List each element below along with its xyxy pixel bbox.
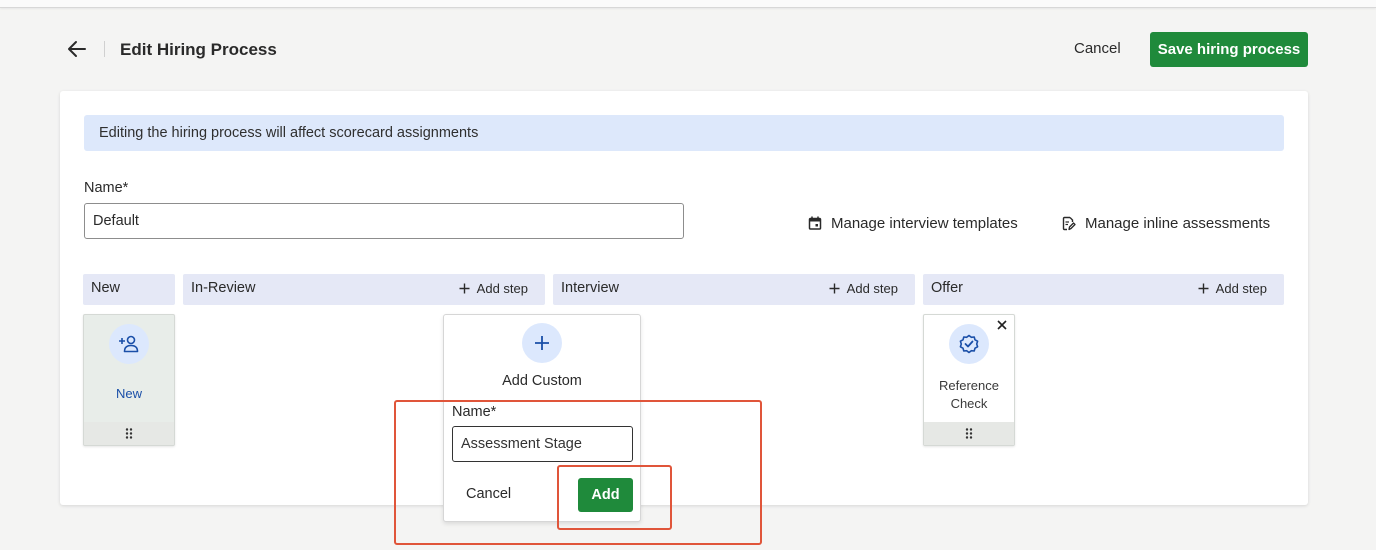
add-custom-title: Add Custom xyxy=(502,373,582,389)
name-label: Name* xyxy=(84,180,129,196)
column-label: Offer xyxy=(931,280,963,296)
add-person-icon xyxy=(109,324,149,364)
verified-badge-icon xyxy=(949,324,989,364)
add-step-button[interactable]: Add step xyxy=(1198,281,1267,296)
manage-inline-assessments-label: Manage inline assessments xyxy=(1085,214,1271,232)
cancel-button[interactable]: Cancel xyxy=(1074,36,1121,62)
column-label: Interview xyxy=(561,280,620,296)
process-name-input[interactable] xyxy=(84,203,684,239)
drag-handle-icon[interactable] xyxy=(924,422,1014,445)
hiring-process-card: Editing the hiring process will affect s… xyxy=(60,91,1308,522)
stage-card-new[interactable]: New xyxy=(83,314,175,446)
add-button[interactable]: Add xyxy=(578,478,633,512)
top-bar xyxy=(0,0,1376,8)
stage-label: New xyxy=(115,386,142,401)
stage-card-reference-check[interactable]: Reference Check xyxy=(923,314,1015,446)
page-header: Edit Hiring Process Cancel Save hiring p… xyxy=(60,30,1308,68)
column-header-interview: Interview Add step xyxy=(553,274,915,305)
column-header-in-review: In-Review Add step xyxy=(183,274,545,305)
plus-icon xyxy=(459,283,470,294)
column-label: In-Review xyxy=(191,280,256,296)
plus-icon[interactable] xyxy=(522,323,562,363)
stage-label-line2: Check xyxy=(950,396,988,411)
plus-icon xyxy=(1198,283,1209,294)
column-header-offer: Offer Add step xyxy=(923,274,1284,305)
manage-inline-assessments-link[interactable]: Manage inline assessments xyxy=(1061,212,1270,234)
add-step-label: Add step xyxy=(476,281,528,296)
calendar-icon xyxy=(808,216,822,230)
add-step-label: Add step xyxy=(846,281,898,296)
stage-label-line1: Reference xyxy=(939,378,999,393)
add-step-button[interactable]: Add step xyxy=(459,281,528,296)
add-custom-popover: Add Custom Name* Cancel Add xyxy=(443,314,641,522)
close-icon[interactable] xyxy=(995,318,1009,332)
manage-interview-templates-label: Manage interview templates xyxy=(831,214,1018,232)
add-step-button[interactable]: Add step xyxy=(829,281,898,296)
stage-name-label: Name* xyxy=(452,404,497,420)
stage-name-input[interactable] xyxy=(452,426,633,462)
info-banner: Editing the hiring process will affect s… xyxy=(84,115,1284,151)
column-label: New xyxy=(91,280,121,296)
save-hiring-process-button[interactable]: Save hiring process xyxy=(1150,32,1308,67)
stage-label: Reference Check xyxy=(924,377,1014,413)
drag-handle-icon[interactable] xyxy=(84,422,174,445)
add-step-label: Add step xyxy=(1215,281,1267,296)
back-button[interactable] xyxy=(66,38,88,60)
arrow-left-icon xyxy=(68,41,86,57)
header-divider xyxy=(104,41,105,57)
popover-cancel-button[interactable]: Cancel xyxy=(466,486,511,502)
column-header-new: New xyxy=(83,274,175,305)
edit-document-icon xyxy=(1062,216,1076,230)
plus-icon xyxy=(829,283,840,294)
manage-interview-templates-link[interactable]: Manage interview templates xyxy=(808,212,1018,234)
page-title: Edit Hiring Process xyxy=(120,40,277,59)
